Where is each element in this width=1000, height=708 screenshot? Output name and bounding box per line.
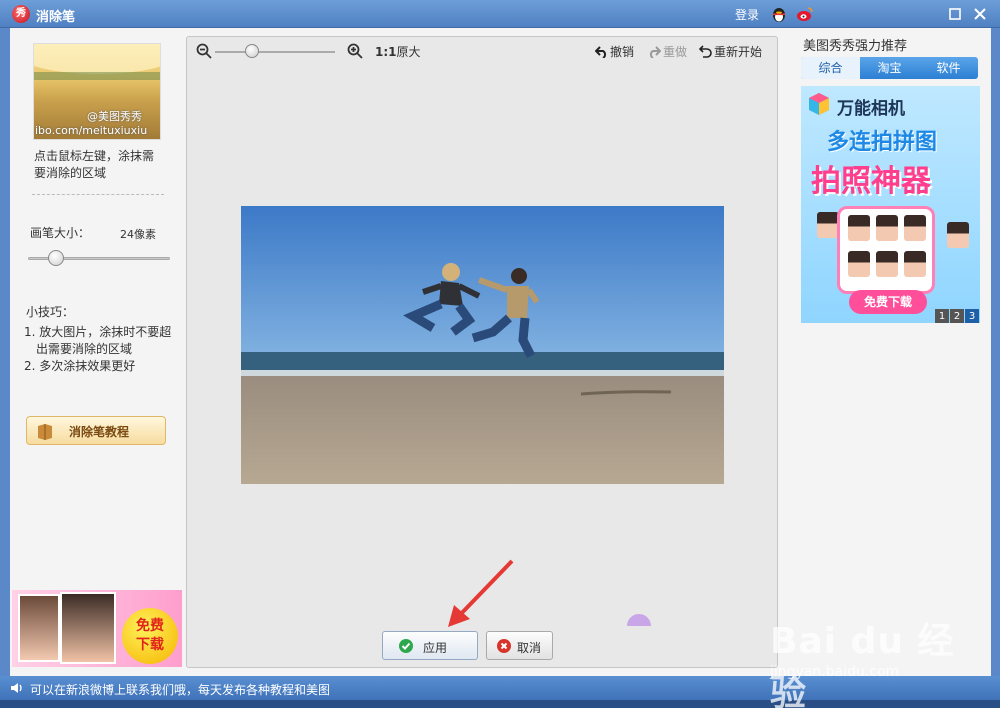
baidu-watermark: Bai du 经验	[770, 621, 955, 708]
weibo-icon[interactable]	[796, 5, 814, 23]
ad-page-1[interactable]: 1	[935, 309, 949, 323]
apply-button[interactable]: 应用	[382, 631, 478, 660]
ad-headline: 多连拍拼图	[827, 130, 938, 155]
zoom-slider-handle[interactable]	[245, 44, 259, 58]
divider	[32, 194, 164, 195]
ad-photo	[876, 251, 898, 277]
tips-title: 小技巧：	[26, 305, 75, 319]
speaker-icon	[11, 683, 22, 693]
maximize-icon	[949, 8, 961, 20]
check-icon	[399, 639, 413, 653]
ad-headline-large: 拍照神器	[811, 164, 931, 199]
actual-size-button[interactable]: 1:1原大	[375, 43, 421, 60]
redo-button[interactable]: 重做	[648, 43, 687, 60]
ad-photo	[876, 215, 898, 241]
restart-icon	[699, 45, 712, 58]
undo-button[interactable]: 撤销	[595, 43, 634, 60]
tutorial-label: 消除笔教程	[69, 425, 130, 439]
ad-portrait-image	[18, 594, 60, 662]
ad-page-3[interactable]: 3	[965, 309, 979, 323]
maximize-button[interactable]	[945, 4, 965, 24]
edited-photo[interactable]	[241, 206, 724, 484]
thumbnail-watermark: @美图秀秀 ibo.com/meituxiuxiu	[35, 110, 148, 137]
qq-penguin-icon[interactable]	[770, 5, 788, 23]
ad-photo	[947, 222, 969, 248]
close-button[interactable]	[970, 4, 990, 24]
red-arrow-annotation	[448, 559, 514, 627]
ad-phone-graphic	[837, 206, 935, 294]
login-link[interactable]: 登录	[735, 6, 759, 23]
camera-app-logo-icon	[809, 93, 829, 115]
tab-general[interactable]: 综合	[801, 57, 860, 79]
tab-software[interactable]: 软件	[919, 57, 978, 79]
close-icon	[974, 8, 986, 20]
main-client-area: @美图秀秀 ibo.com/meituxiuxiu 点击鼠标左键，涂抹需要消除的…	[10, 28, 991, 676]
ad-photo	[904, 215, 926, 241]
usage-hint: 点击鼠标左键，涂抹需要消除的区域	[34, 149, 155, 180]
tips-list: 1. 放大图片，涂抹时不要超 出需要消除的区域 2. 多次涂抹效果更好	[24, 324, 174, 375]
ad-photo	[817, 212, 839, 238]
ad-portrait-image	[60, 592, 116, 664]
ad-page-2[interactable]: 2	[950, 309, 964, 323]
tab-taobao[interactable]: 淘宝	[860, 57, 919, 79]
right-ad-banner[interactable]: 万能相机 多连拍拼图 拍照神器 免费下载 123	[801, 86, 980, 323]
app-logo-icon: 秀	[12, 5, 30, 23]
window-title: 消除笔	[36, 10, 76, 25]
brush-cursor	[627, 614, 651, 626]
tip-item: 出需要消除的区域	[36, 342, 133, 356]
recommendation-title: 美图秀秀强力推荐	[803, 39, 908, 54]
brush-size-slider-handle[interactable]	[48, 250, 65, 266]
ad-pagination: 123	[934, 308, 979, 323]
tip-item: 2. 多次涂抹效果更好	[24, 359, 136, 373]
editor-toolbar: 1:1原大 撤销 重做 重新开始	[187, 37, 777, 65]
tip-item: 1. 放大图片，涂抹时不要超	[24, 325, 172, 339]
ad-download-button[interactable]: 免费下载	[849, 290, 927, 314]
eraser-tutorial-button[interactable]: 消除笔教程	[26, 416, 166, 445]
brush-size-label: 画笔大小：	[30, 226, 91, 240]
ad-brand-name: 万能相机	[837, 99, 905, 119]
zoom-slider-track[interactable]	[215, 51, 335, 53]
brush-size-value: 24像素	[120, 228, 156, 241]
undo-icon	[595, 46, 607, 58]
preview-thumbnail: @美图秀秀 ibo.com/meituxiuxiu	[33, 43, 161, 140]
book-icon	[38, 424, 52, 440]
restart-button[interactable]: 重新开始	[699, 43, 762, 60]
ad-photo	[848, 251, 870, 277]
status-message[interactable]: 可以在新浪微博上联系我们哦，每天发布各种教程和美图	[30, 681, 330, 698]
ad-photo	[848, 215, 870, 241]
baidu-watermark-url: jingyan.baidu.com	[770, 664, 900, 680]
ad-photo	[904, 251, 926, 277]
cancel-x-icon	[497, 639, 511, 653]
cancel-button[interactable]: 取消	[486, 631, 553, 660]
zoom-out-icon[interactable]	[196, 43, 212, 59]
recommendation-tabs: 综合 淘宝 软件	[801, 57, 978, 79]
free-download-badge: 免费 下载	[122, 608, 178, 664]
redo-icon	[649, 46, 661, 58]
title-bar: 秀 消除笔 登录	[0, 0, 1000, 28]
zoom-in-icon[interactable]	[347, 43, 363, 59]
editor-canvas-panel: 1:1原大 撤销 重做 重新开始 应用 取消	[186, 36, 778, 668]
left-ad-banner[interactable]: 免费 下载	[12, 590, 182, 667]
